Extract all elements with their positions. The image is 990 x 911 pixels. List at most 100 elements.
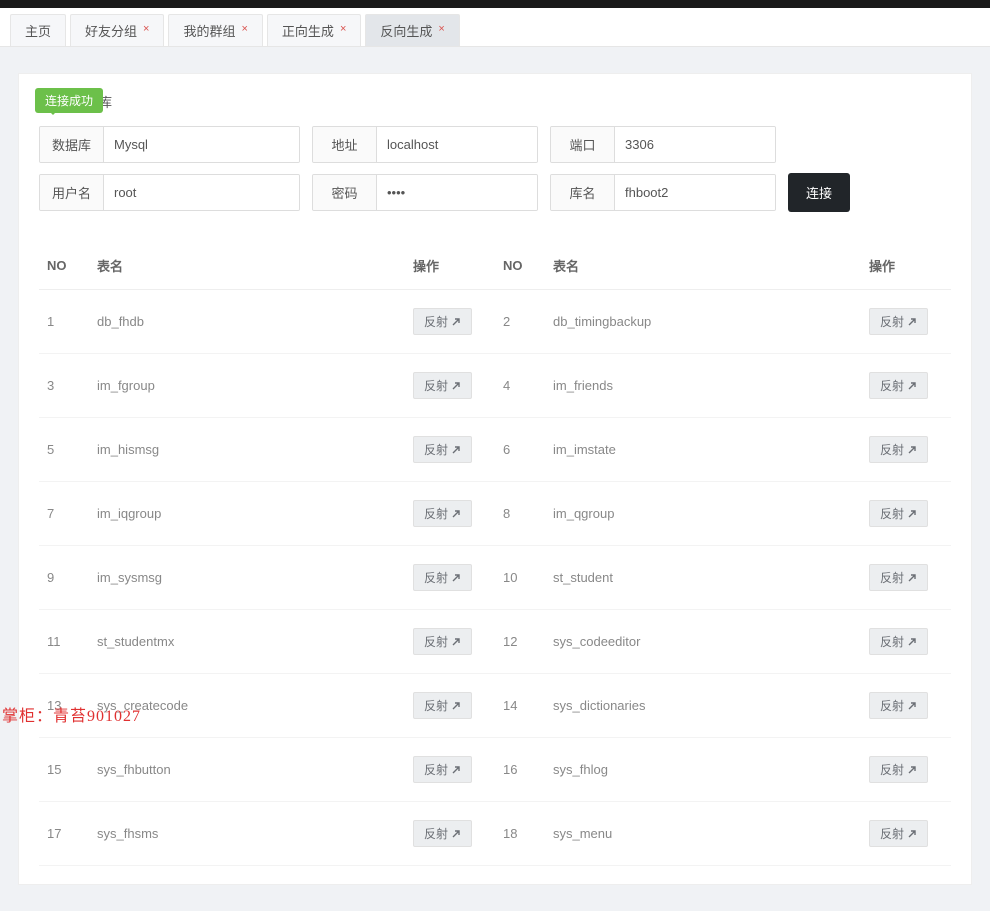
- cell-no: 7: [39, 482, 89, 546]
- reflect-button[interactable]: 反射: [413, 500, 472, 527]
- cell-no: 3: [39, 354, 89, 418]
- addr-group: 地址: [312, 126, 538, 163]
- close-icon[interactable]: ×: [143, 23, 149, 35]
- cell-op: 反射: [405, 802, 495, 866]
- arrow-up-right-icon: [451, 573, 461, 583]
- arrow-up-right-icon: [907, 637, 917, 647]
- table-row: 16sys_fhlog反射: [495, 738, 951, 802]
- user-input[interactable]: [104, 175, 299, 210]
- table-row: 3im_fgroup反射: [39, 354, 495, 418]
- reflect-button[interactable]: 反射: [413, 820, 472, 847]
- window-top-bar: [0, 0, 990, 8]
- connect-button[interactable]: 连接: [788, 173, 850, 212]
- cell-name: im_imstate: [545, 418, 861, 482]
- th-op: 操作: [861, 242, 951, 290]
- arrow-up-right-icon: [907, 701, 917, 711]
- reflect-button[interactable]: 反射: [413, 372, 472, 399]
- arrow-up-right-icon: [451, 445, 461, 455]
- reflect-button[interactable]: 反射: [869, 372, 928, 399]
- cell-no: 5: [39, 418, 89, 482]
- arrow-up-right-icon: [451, 381, 461, 391]
- cell-op: 反射: [861, 674, 951, 738]
- tab-4[interactable]: 反向生成×: [365, 14, 459, 46]
- db-type-input[interactable]: [104, 127, 299, 162]
- reflect-button[interactable]: 反射: [869, 500, 928, 527]
- table-row: 12sys_codeeditor反射: [495, 610, 951, 674]
- table-row: 11st_studentmx反射: [39, 610, 495, 674]
- tab-0[interactable]: 主页: [10, 14, 66, 46]
- cell-name: db_timingbackup: [545, 290, 861, 354]
- cell-no: 15: [39, 738, 89, 802]
- arrow-up-right-icon: [451, 317, 461, 327]
- dbname-group: 库名: [550, 174, 776, 211]
- cell-no: 9: [39, 546, 89, 610]
- reflect-button[interactable]: 反射: [413, 436, 472, 463]
- arrow-up-right-icon: [907, 317, 917, 327]
- reflect-button[interactable]: 反射: [413, 564, 472, 591]
- reflect-button[interactable]: 反射: [869, 564, 928, 591]
- reflect-button[interactable]: 反射: [869, 756, 928, 783]
- table-row: 15sys_fhbutton 反射: [39, 738, 495, 802]
- port-group: 端口: [550, 126, 776, 163]
- cell-op: 反射: [405, 482, 495, 546]
- tables-left: NO 表名 操作 1db_fhdb反射 3im_fgroup反射 5im_his…: [39, 242, 495, 866]
- cell-op: 反射: [405, 354, 495, 418]
- reflect-button[interactable]: 反射: [413, 756, 472, 783]
- cell-name: im_qgroup: [545, 482, 861, 546]
- db-type-group: 数据库: [39, 126, 300, 163]
- tabs-bar: 主页好友分组×我的群组×正向生成×反向生成×: [0, 8, 990, 47]
- cell-name: sys_menu: [545, 802, 861, 866]
- cell-op: 反射: [861, 418, 951, 482]
- close-icon[interactable]: ×: [340, 23, 346, 35]
- addr-input[interactable]: [377, 127, 537, 162]
- reflect-button[interactable]: 反射: [413, 628, 472, 655]
- pwd-label: 密码: [313, 175, 377, 210]
- arrow-up-right-icon: [451, 829, 461, 839]
- cell-op: 反射: [861, 610, 951, 674]
- reflect-button[interactable]: 反射: [869, 436, 928, 463]
- cell-op: 反射: [861, 354, 951, 418]
- cell-op: 反射: [861, 482, 951, 546]
- table-row: 7im_iqgroup 反射: [39, 482, 495, 546]
- port-input[interactable]: [615, 127, 775, 162]
- reflect-button[interactable]: 反射: [869, 628, 928, 655]
- tab-1[interactable]: 好友分组×: [70, 14, 164, 46]
- dbname-input[interactable]: [615, 175, 775, 210]
- cell-no: 12: [495, 610, 545, 674]
- cell-name: im_sysmsg: [89, 546, 405, 610]
- cell-op: 反射: [861, 290, 951, 354]
- content-area: 连接成功 库 数据库 地址 端口 用户名 密码: [0, 47, 990, 911]
- pwd-input[interactable]: [377, 175, 537, 210]
- arrow-up-right-icon: [907, 381, 917, 391]
- table-row: 17sys_fhsms反射: [39, 802, 495, 866]
- table-row: 18sys_menu反射: [495, 802, 951, 866]
- cell-name: st_studentmx: [89, 610, 405, 674]
- reflect-button[interactable]: 反射: [869, 820, 928, 847]
- arrow-up-right-icon: [907, 509, 917, 519]
- tables-left-col: NO 表名 操作 1db_fhdb反射 3im_fgroup反射 5im_his…: [39, 242, 495, 866]
- form-row-2: 用户名 密码 库名 连接: [39, 173, 951, 212]
- cell-op: 反射: [405, 546, 495, 610]
- reflect-button[interactable]: 反射: [413, 308, 472, 335]
- cell-name: sys_fhbutton: [89, 738, 405, 802]
- th-no: NO: [39, 242, 89, 290]
- arrow-up-right-icon: [451, 765, 461, 775]
- reflect-button[interactable]: 反射: [869, 692, 928, 719]
- close-icon[interactable]: ×: [241, 23, 247, 35]
- form-row-1: 数据库 地址 端口: [39, 126, 951, 163]
- cell-no: 4: [495, 354, 545, 418]
- tab-2[interactable]: 我的群组×: [168, 14, 262, 46]
- cell-name: im_iqgroup: [89, 482, 405, 546]
- table-row: 6im_imstate反射: [495, 418, 951, 482]
- cell-op: 反射: [861, 802, 951, 866]
- user-group: 用户名: [39, 174, 300, 211]
- cell-op: 反射: [405, 418, 495, 482]
- reflect-button[interactable]: 反射: [413, 692, 472, 719]
- arrow-up-right-icon: [907, 829, 917, 839]
- reflect-button[interactable]: 反射: [869, 308, 928, 335]
- th-op: 操作: [405, 242, 495, 290]
- th-no: NO: [495, 242, 545, 290]
- port-label: 端口: [551, 127, 615, 162]
- close-icon[interactable]: ×: [438, 23, 444, 35]
- tab-3[interactable]: 正向生成×: [267, 14, 361, 46]
